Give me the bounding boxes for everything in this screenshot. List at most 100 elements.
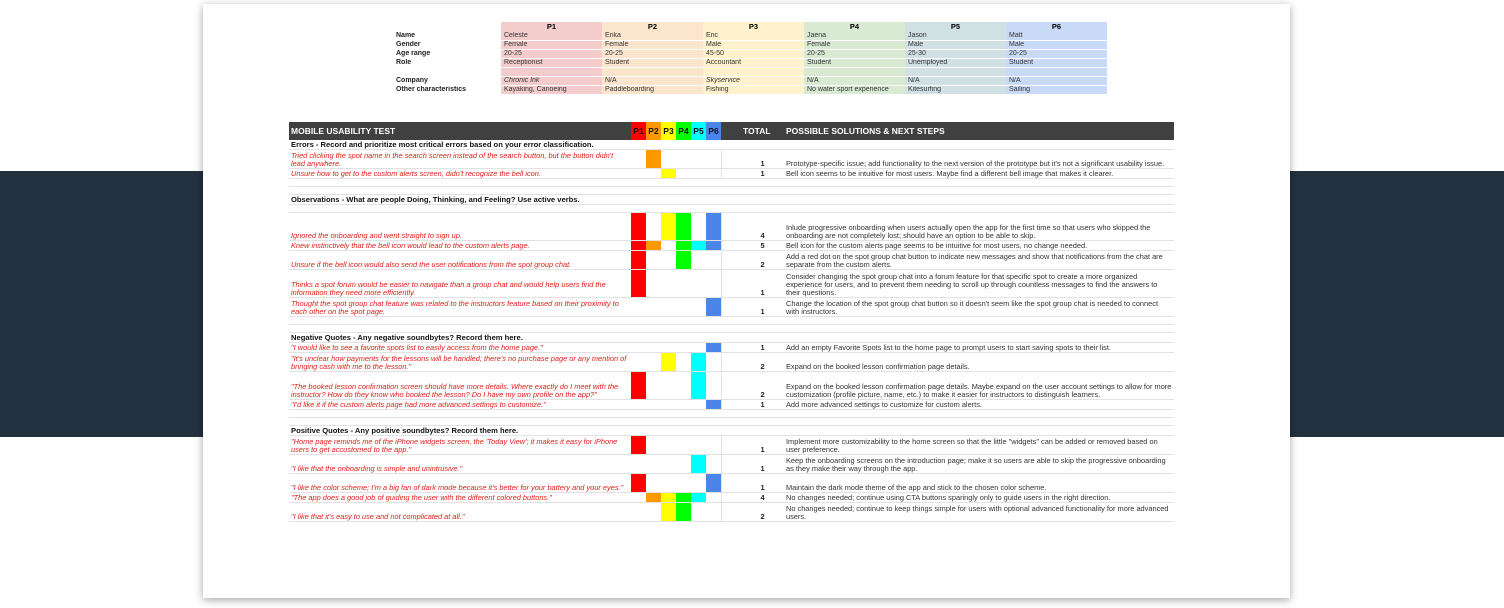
participant-row: Company Chronic Ink N/A Skyservice N/A N/A N/A	[393, 76, 1107, 86]
participant-col-header-4: P4	[676, 122, 691, 140]
participant-row: Name Celeste Erika Eric Jaena Jason Matt	[393, 32, 1107, 41]
empty-cell	[741, 324, 784, 333]
participant-mark-cell	[691, 502, 706, 522]
participant-mark-cell	[691, 435, 706, 455]
participant-mark-cell	[646, 240, 661, 251]
participant-mark-cell	[691, 342, 706, 353]
participant-mark-cell	[691, 371, 706, 400]
participant-mark-cell	[661, 454, 676, 474]
empty-cell	[676, 178, 691, 187]
participant-value	[501, 67, 602, 77]
participant-mark-cell	[661, 342, 676, 353]
spacer-cell	[720, 240, 741, 251]
total-count: 2	[741, 250, 784, 270]
participant-mark-cell	[691, 297, 706, 317]
empty-cell	[691, 409, 706, 418]
empty-cell	[741, 417, 784, 426]
empty-cell	[721, 409, 741, 418]
empty-cell	[691, 417, 706, 426]
participant-mark-cell	[676, 454, 691, 474]
empty-cell	[646, 186, 661, 195]
observation-row: "The app does a good job of guiding the …	[289, 492, 1174, 503]
empty-cell	[691, 324, 706, 333]
empty-cell	[676, 324, 691, 333]
participant-mark-cell	[646, 502, 661, 522]
participant-mark-cell	[646, 212, 661, 241]
participant-mark-cell	[631, 149, 646, 169]
participant-value: Skyservice	[703, 76, 804, 86]
participant-col-header-3: P3	[661, 122, 676, 140]
empty-cell	[289, 204, 631, 213]
observation-note: "The booked lesson confirmation screen s…	[289, 371, 631, 400]
empty-cell	[706, 178, 721, 187]
participant-mark-cell	[706, 435, 721, 455]
participant-field-label: Company	[396, 77, 428, 84]
empty-cell	[784, 316, 1174, 325]
participant-mark-cell	[676, 168, 691, 179]
empty-cell	[646, 324, 661, 333]
observation-note: Knew instinctively that the bell icon wo…	[289, 240, 631, 251]
participant-col-header-1: P1	[631, 122, 646, 140]
observation-note: Thinks a spot forum would be easier to n…	[289, 269, 631, 298]
participant-value: No water sport experience	[804, 85, 905, 95]
observation-note: "I'd like it if the custom alerts page h…	[289, 399, 631, 410]
participant-value: Jaena	[804, 32, 905, 41]
solution-text: Consider changing the spot group chat in…	[784, 269, 1174, 298]
participant-mark-cell	[691, 168, 706, 179]
participant-mark-cell	[691, 399, 706, 410]
header-spacer	[721, 122, 741, 140]
participant-mark-cell	[631, 168, 646, 179]
blank-row	[289, 178, 1174, 187]
participant-mark-cell	[631, 435, 646, 455]
participant-value	[602, 67, 703, 77]
participant-value: Celeste	[501, 32, 602, 41]
participant-mark-cell	[646, 149, 661, 169]
empty-cell	[289, 178, 631, 187]
participant-value: 20-25	[1006, 49, 1107, 59]
participant-header-1: P1	[501, 22, 602, 32]
spacer-cell	[720, 342, 741, 353]
participant-mark-cell	[691, 212, 706, 241]
observation-note: Unsure if the bell icon would also send …	[289, 250, 631, 270]
empty-cell	[661, 186, 676, 195]
observation-row: "I like that the onboarding is simple an…	[289, 454, 1174, 474]
total-count: 1	[741, 399, 784, 410]
empty-cell	[784, 324, 1174, 333]
section-title-row: Negative Quotes - Any negative soundbyte…	[289, 332, 1174, 343]
participant-value: N/A	[1006, 76, 1107, 86]
participant-mark-cell	[676, 492, 691, 503]
observation-row: Unsure how to get to the custom alerts s…	[289, 168, 1174, 179]
spacer-cell	[720, 502, 741, 522]
section-title: Observations - What are people Doing, Th…	[289, 194, 1174, 205]
spacer-cell	[720, 399, 741, 410]
observation-note: "I like the color scheme; I'm a big fan …	[289, 473, 631, 493]
empty-cell	[631, 316, 646, 325]
empty-cell	[631, 178, 646, 187]
empty-cell	[721, 186, 741, 195]
participant-col-header-5: P5	[691, 122, 706, 140]
participant-header-4: P4	[804, 22, 905, 32]
participant-value: Paddleboarding	[602, 85, 703, 95]
observation-row: Thinks a spot forum would be easier to n…	[289, 269, 1174, 298]
participant-mark-cell	[676, 352, 691, 372]
empty-cell	[631, 324, 646, 333]
empty-cell	[631, 409, 646, 418]
participant-value: Eric	[703, 32, 804, 41]
spacer-cell	[720, 149, 741, 169]
participant-mark-cell	[631, 297, 646, 317]
observation-row: Tried clicking the spot name in the sear…	[289, 149, 1174, 169]
participant-field-label: Gender	[396, 41, 421, 48]
empty-cell	[691, 178, 706, 187]
empty-cell	[721, 204, 741, 213]
blank-row	[289, 204, 1174, 213]
spacer-cell	[720, 371, 741, 400]
solution-text: No changes needed; continue to keep thin…	[784, 502, 1174, 522]
total-count: 1	[741, 435, 784, 455]
participant-value: Sailing	[1006, 85, 1107, 95]
total-count: 5	[741, 240, 784, 251]
empty-cell	[631, 417, 646, 426]
participant-mark-cell	[676, 149, 691, 169]
observation-row: "I like the color scheme; I'm a big fan …	[289, 473, 1174, 493]
spacer-cell	[720, 454, 741, 474]
participant-value: Male	[703, 40, 804, 50]
